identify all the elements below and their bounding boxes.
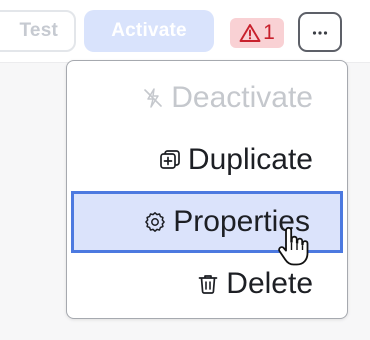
- warning-badge[interactable]: 1: [230, 18, 284, 48]
- menu-item-duplicate-label: Duplicate: [187, 143, 313, 176]
- menu-item-duplicate[interactable]: Duplicate: [67, 129, 347, 191]
- more-button[interactable]: [298, 12, 342, 52]
- menu-item-deactivate-label: Deactivate: [171, 81, 313, 114]
- menu-item-delete-label: Delete: [226, 267, 313, 300]
- gear-icon: [141, 208, 169, 236]
- more-actions-menu: Deactivate Duplicate Properties Delete: [66, 60, 348, 319]
- menu-item-deactivate[interactable]: Deactivate: [67, 67, 347, 129]
- warning-icon: [239, 23, 261, 43]
- deactivate-icon: [139, 84, 167, 112]
- duplicate-icon: [156, 146, 184, 174]
- test-button[interactable]: Test: [0, 10, 76, 52]
- ellipsis-icon: [312, 23, 328, 41]
- activate-button-label: Activate: [111, 20, 187, 41]
- activate-button[interactable]: Activate: [84, 10, 214, 52]
- trash-icon: [194, 270, 222, 298]
- warning-count: 1: [263, 21, 275, 44]
- test-button-label: Test: [19, 20, 58, 41]
- hand-pointer-cursor-icon: [276, 226, 310, 268]
- screen: Test Activate 1 Deactivate Duplicate Pro…: [0, 0, 370, 340]
